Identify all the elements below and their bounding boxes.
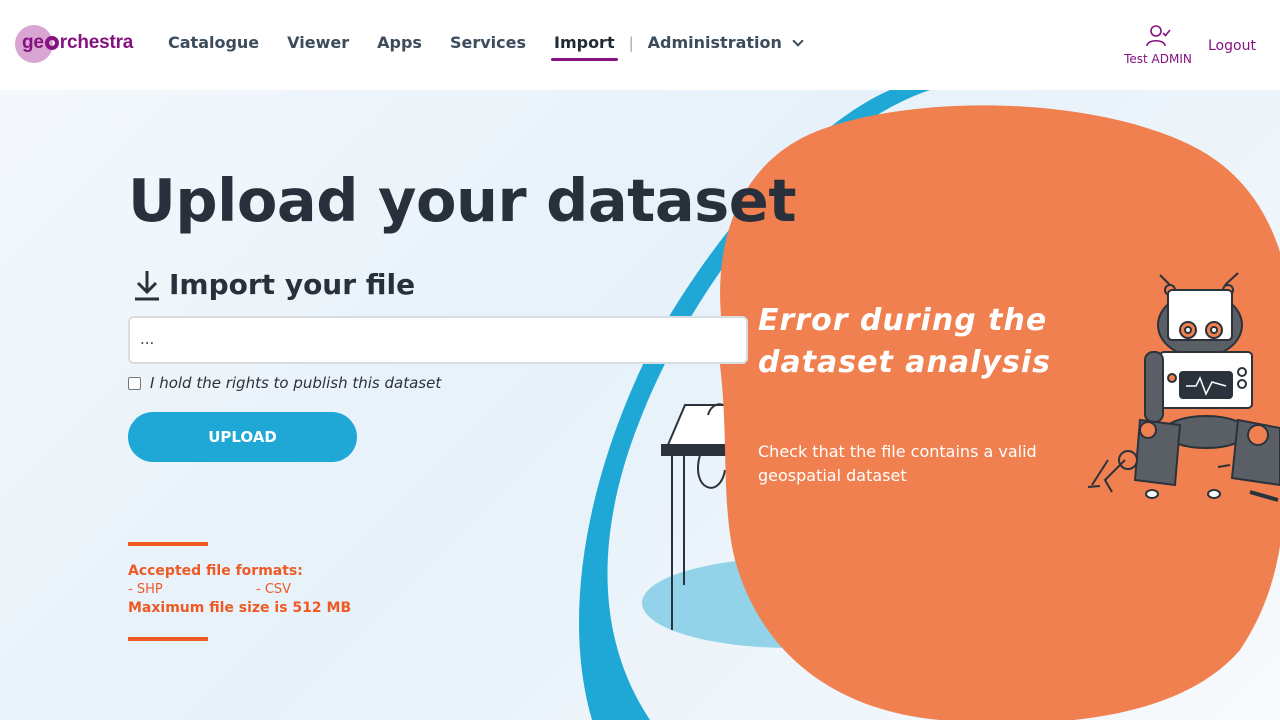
import-file-label: Import your file xyxy=(169,268,416,301)
nav-catalogue[interactable]: Catalogue xyxy=(168,33,259,58)
user-menu[interactable]: Test ADMIN xyxy=(1120,24,1196,66)
logout-link[interactable]: Logout xyxy=(1208,38,1256,54)
formats-heading: Accepted file formats: xyxy=(128,563,303,579)
accepted-formats: Accepted file formats: - SHP - CSV Maxim… xyxy=(128,563,388,616)
formats-bottom-bar xyxy=(128,637,208,641)
nav-viewer[interactable]: Viewer xyxy=(287,33,349,58)
formats-top-bar xyxy=(128,542,208,546)
nav-services[interactable]: Services xyxy=(450,33,526,58)
download-icon xyxy=(135,270,159,300)
page-title: Upload your dataset xyxy=(128,166,797,235)
format-shp: - SHP xyxy=(128,582,163,597)
error-title: Error during the dataset analysis xyxy=(758,303,1051,380)
nav-administration[interactable]: Administration xyxy=(647,33,804,58)
rights-checkbox[interactable] xyxy=(128,376,141,390)
nav-apps[interactable]: Apps xyxy=(377,33,422,58)
nav-administration-label: Administration xyxy=(647,33,782,52)
nav-import[interactable]: Import xyxy=(551,33,618,61)
error-message: Check that the file contains a valid geo… xyxy=(758,442,1037,485)
chevron-down-icon xyxy=(792,35,804,47)
formats-list: - SHP - CSV xyxy=(128,582,388,597)
max-file-size: Maximum file size is 512 MB xyxy=(128,600,352,616)
rights-label: I hold the rights to publish this datase… xyxy=(150,374,442,392)
georchestra-logo[interactable]: ge rchestra xyxy=(15,25,145,65)
user-name: Test ADMIN xyxy=(1124,52,1192,66)
logo-o-icon xyxy=(44,36,59,50)
logo-prefix: ge xyxy=(22,32,44,53)
file-input[interactable]: ... xyxy=(128,316,748,364)
logo-text: ge rchestra xyxy=(22,32,133,54)
nav-separator: | xyxy=(628,33,634,52)
format-csv: - CSV xyxy=(256,582,292,597)
import-file-heading: Import your file xyxy=(133,268,415,301)
rights-checkbox-row[interactable]: I hold the rights to publish this datase… xyxy=(128,374,441,392)
top-header: ge rchestra Catalogue Viewer Apps Service… xyxy=(0,0,1280,90)
user-check-icon xyxy=(1146,25,1171,47)
main-nav: Catalogue Viewer Apps Services Import | … xyxy=(168,33,830,61)
logo-suffix: rchestra xyxy=(59,32,134,53)
upload-button[interactable]: UPLOAD xyxy=(128,412,357,462)
